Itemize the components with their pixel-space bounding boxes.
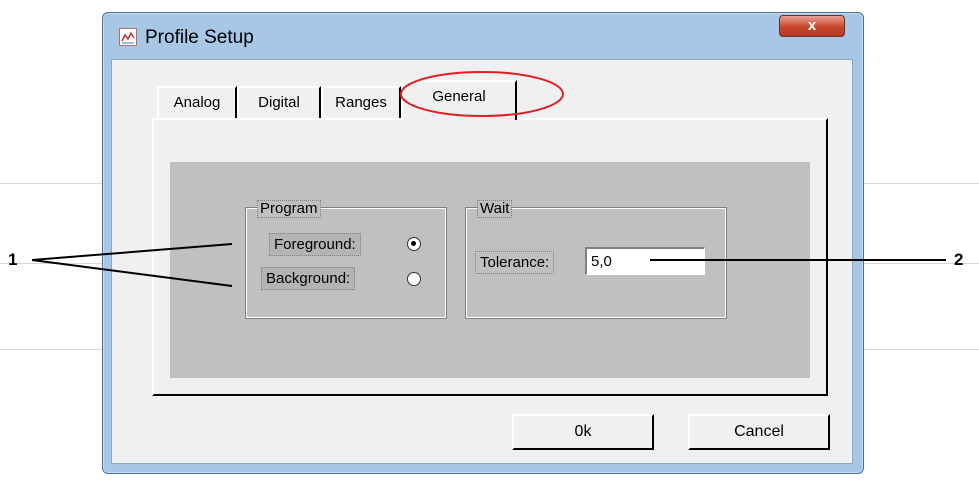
callout-number-2: 2 — [954, 250, 964, 269]
highlight-circle — [400, 71, 564, 117]
